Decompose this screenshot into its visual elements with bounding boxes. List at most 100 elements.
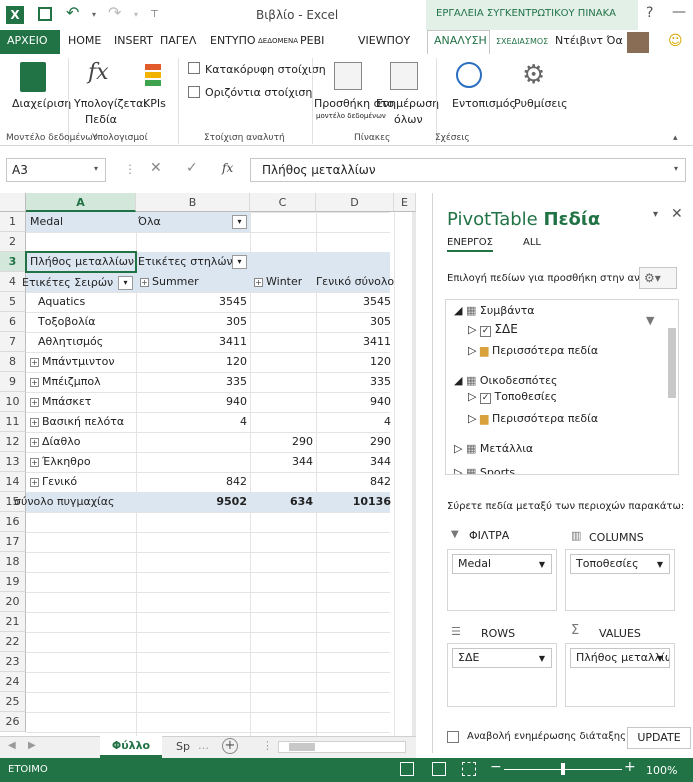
zoom-in-icon[interactable]: + — [624, 759, 636, 775]
columns-chip[interactable]: Τοποθεσίες ▼ — [570, 554, 670, 574]
pivot-value-cell[interactable]: 3545 — [136, 292, 250, 312]
customize-qat-icon[interactable]: ⊤ — [150, 9, 159, 20]
pivot-value-cell[interactable]: 335 — [136, 372, 250, 392]
expand-icon[interactable]: + — [30, 377, 39, 387]
expand-icon[interactable]: + — [140, 277, 149, 287]
formula-input[interactable]: Πλήθος μεταλλίων — [262, 163, 376, 177]
pivot-value-cell[interactable]: 120 — [316, 352, 394, 372]
pivot-value-cell[interactable] — [250, 312, 316, 332]
help-icon[interactable]: ? — [646, 5, 653, 21]
manage-icon[interactable] — [20, 62, 46, 92]
close-panel-icon[interactable]: ✕ — [671, 206, 683, 222]
vertical-scrollbar[interactable] — [412, 212, 416, 736]
row-header[interactable]: 13 — [0, 452, 26, 472]
pivot-value-cell[interactable]: 3411 — [316, 332, 394, 352]
next-sheet-icon[interactable]: ▶ — [28, 740, 36, 751]
pivot-row-label[interactable]: + Έλκηθρο — [30, 452, 91, 472]
column-labels-header[interactable]: Ετικέτες στηλών — [138, 252, 233, 272]
row-header[interactable]: 16 — [0, 512, 26, 532]
update-button[interactable]: UPDATE — [627, 727, 691, 749]
vertical-align-button[interactable]: Κατακόρυφη στοίχιση — [205, 63, 326, 76]
field-table-hosts[interactable]: ◢ ▦ Οικοδεσπότες — [454, 374, 558, 387]
pivot-value-cell[interactable]: 940 — [316, 392, 394, 412]
checkbox-checked-icon[interactable]: ✓ — [479, 393, 491, 404]
pivot-value-cell[interactable]: 940 — [136, 392, 250, 412]
pivot-value-cell[interactable] — [250, 392, 316, 412]
columns-area[interactable]: Τοποθεσίες ▼ — [565, 549, 675, 611]
row-labels-header[interactable]: Ετικέτες Σειρών — [22, 273, 118, 293]
row-header[interactable]: 1 — [0, 212, 26, 232]
tab-design[interactable]: ΣΧΕΔΙΑΣΜΟΣ — [496, 37, 548, 46]
horizontal-scroll-thumb[interactable] — [289, 743, 315, 751]
chip-dropdown-icon[interactable]: ▼ — [539, 556, 545, 573]
pivot-value-cell[interactable]: 842 — [316, 472, 394, 492]
tab-analyze[interactable]: ΑΝΑΛΥΣΗ — [434, 34, 487, 47]
pivot-value-cell[interactable]: 290 — [250, 432, 316, 452]
expand-icon[interactable]: + — [30, 477, 39, 487]
tab-data[interactable]: ΔΕΔΟΜΕΝΑ — [258, 37, 298, 45]
worksheet[interactable]: A B C D E 1 2 3 4 5 6 7 8 9 10 11 12 13 … — [0, 193, 416, 736]
pivot-value-cell[interactable] — [250, 332, 316, 352]
tab-view[interactable]: VIEWΠΟΥ — [358, 34, 410, 47]
chip-dropdown-icon[interactable]: ▼ — [539, 650, 545, 667]
normal-view-icon[interactable] — [400, 762, 414, 776]
more-fields-events[interactable]: ▷ ▆ Περισσότερα πεδία — [468, 344, 598, 357]
settings-button[interactable]: Ρυθμίσεις — [514, 97, 568, 110]
column-header-e[interactable]: E — [394, 193, 416, 212]
filters-chip[interactable]: Medal ▼ — [452, 554, 552, 574]
undo-icon[interactable]: ↶ — [66, 3, 79, 22]
horizontal-scrollbar[interactable] — [278, 741, 406, 753]
rows-chip[interactable]: ΣΔΕ ▼ — [452, 648, 552, 668]
pivot-value-cell[interactable]: 344 — [316, 452, 394, 472]
pivot-row-label[interactable]: + Μπάντμιντον — [30, 352, 115, 372]
zoom-level[interactable]: 100% — [646, 764, 677, 777]
field-table-medals[interactable]: ▷ ▦ Μετάλλια — [454, 442, 533, 455]
column-labels-dropdown-icon[interactable]: ▾ — [232, 255, 247, 269]
field-table-sports[interactable]: ▷ ▦ Sports — [454, 466, 515, 474]
row-header[interactable]: 20 — [0, 592, 26, 612]
chip-dropdown-icon[interactable]: ▼ — [657, 650, 663, 667]
expand-icon[interactable]: + — [30, 397, 39, 407]
row-header[interactable]: 7 — [0, 332, 26, 352]
row-header[interactable]: 22 — [0, 632, 26, 652]
values-area[interactable]: Πλήθος μεταλλίων ▼ — [565, 643, 675, 707]
column-header-a[interactable]: A — [26, 193, 136, 212]
calculated-fields-icon[interactable]: fx — [88, 60, 109, 85]
field-list-scrollbar[interactable] — [668, 328, 676, 398]
pivot-value-cell[interactable]: 305 — [316, 312, 394, 332]
pivot-value-cell[interactable]: 3411 — [136, 332, 250, 352]
tab-insert[interactable]: INSERT — [114, 34, 153, 47]
more-fields-hosts[interactable]: ▷ ▆ Περισσότερα πεδία — [468, 412, 598, 425]
row-header[interactable]: 2 — [0, 232, 26, 252]
row-header[interactable]: 19 — [0, 572, 26, 592]
page-break-view-icon[interactable] — [462, 762, 476, 776]
row-header[interactable]: 11 — [0, 412, 26, 432]
pivot-values-label[interactable]: Πλήθος μεταλλίων — [30, 252, 134, 272]
row-header[interactable]: 26 — [0, 712, 26, 732]
panel-options-icon[interactable]: ▾ — [653, 209, 658, 220]
expand-icon[interactable]: + — [30, 457, 39, 467]
enter-icon[interactable]: ✓ — [186, 160, 198, 176]
row-header[interactable]: 5 — [0, 292, 26, 312]
pivot-value-cell[interactable]: 4 — [136, 412, 250, 432]
prev-sheet-icon[interactable]: ◀ — [8, 740, 16, 751]
undo-dropdown-icon[interactable]: ▾ — [92, 10, 96, 19]
pivot-value-cell[interactable] — [250, 372, 316, 392]
sheet-tab-active[interactable]: Φύλλο — [100, 736, 162, 758]
row-header[interactable]: 17 — [0, 532, 26, 552]
pivot-row-label[interactable]: + Βασική πελότα — [30, 412, 124, 432]
manage-button[interactable]: Διαχείριση — [12, 97, 71, 110]
zoom-slider-thumb[interactable] — [561, 763, 565, 775]
user-name[interactable]: Ντέιβιντ Όα — [555, 34, 623, 47]
pivot-value-cell[interactable]: 3545 — [316, 292, 394, 312]
expand-icon[interactable]: + — [30, 417, 39, 427]
row-header[interactable]: 9 — [0, 372, 26, 392]
name-box-dropdown-icon[interactable]: ▾ — [94, 164, 98, 173]
pivot-value-cell[interactable]: 305 — [136, 312, 250, 332]
cancel-icon[interactable]: ✕ — [150, 160, 162, 176]
redo-icon[interactable]: ↷ — [108, 3, 121, 22]
pivot-value-cell[interactable]: 842 — [136, 472, 250, 492]
pivot-value-cell[interactable] — [136, 452, 250, 472]
row-header[interactable]: 3 — [0, 252, 26, 272]
vertical-align-icon[interactable] — [188, 62, 200, 74]
